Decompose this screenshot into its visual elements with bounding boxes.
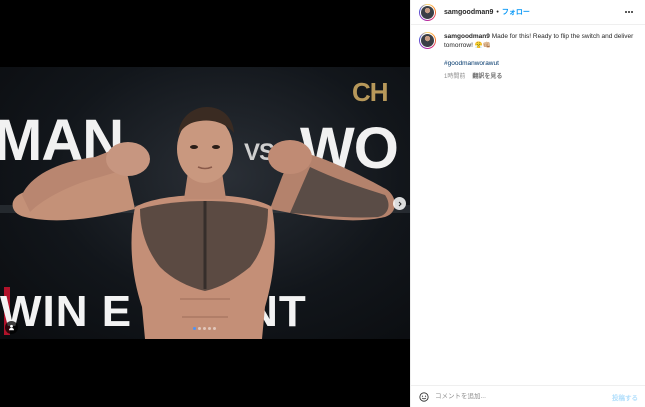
- carousel-dot: [193, 327, 196, 330]
- translate-button[interactable]: 翻訳を見る: [472, 73, 502, 82]
- carousel-dot: [213, 327, 216, 330]
- hashtag-link[interactable]: #goodmanworawut: [444, 59, 634, 68]
- caption: samgoodman9 Made for this! Ready to flip…: [411, 25, 645, 82]
- carousel-dot: [203, 327, 206, 330]
- timestamp[interactable]: 1時間前: [444, 73, 465, 82]
- comment-input[interactable]: [435, 393, 612, 400]
- separator-dot: •: [496, 8, 499, 16]
- post-sidebar: samgoodman9 • フォロー samgoodman9 Made for …: [410, 0, 645, 407]
- fighter-figure: [12, 107, 395, 339]
- carousel-indicator: [193, 327, 216, 330]
- emoji-icon[interactable]: [419, 391, 429, 402]
- caption-meta: 1時間前 翻訳を見る: [444, 73, 634, 82]
- post-photo[interactable]: CH MAN VS WO WIN E NMENT: [0, 67, 410, 339]
- more-options-button[interactable]: [621, 7, 637, 17]
- carousel-dot: [208, 327, 211, 330]
- caption-body: samgoodman9 Made for this! Ready to flip…: [444, 32, 634, 82]
- tagged-users-button[interactable]: [5, 321, 18, 334]
- follow-button[interactable]: フォロー: [502, 7, 530, 17]
- caption-avatar[interactable]: [419, 32, 436, 49]
- carousel-next-button[interactable]: [393, 197, 406, 210]
- carousel-dot: [198, 327, 201, 330]
- comment-bar: 投稿する: [411, 385, 645, 407]
- header-username[interactable]: samgoodman9: [444, 9, 493, 16]
- post-header: samgoodman9 • フォロー: [411, 0, 645, 25]
- user-icon: [9, 324, 14, 331]
- post-comment-button[interactable]: 投稿する: [612, 392, 638, 402]
- avatar[interactable]: [419, 3, 436, 21]
- media-pane: CH MAN VS WO WIN E NMENT: [0, 0, 410, 407]
- more-icon: [625, 11, 627, 13]
- chevron-right-icon: [398, 201, 402, 206]
- caption-username[interactable]: samgoodman9: [444, 33, 490, 40]
